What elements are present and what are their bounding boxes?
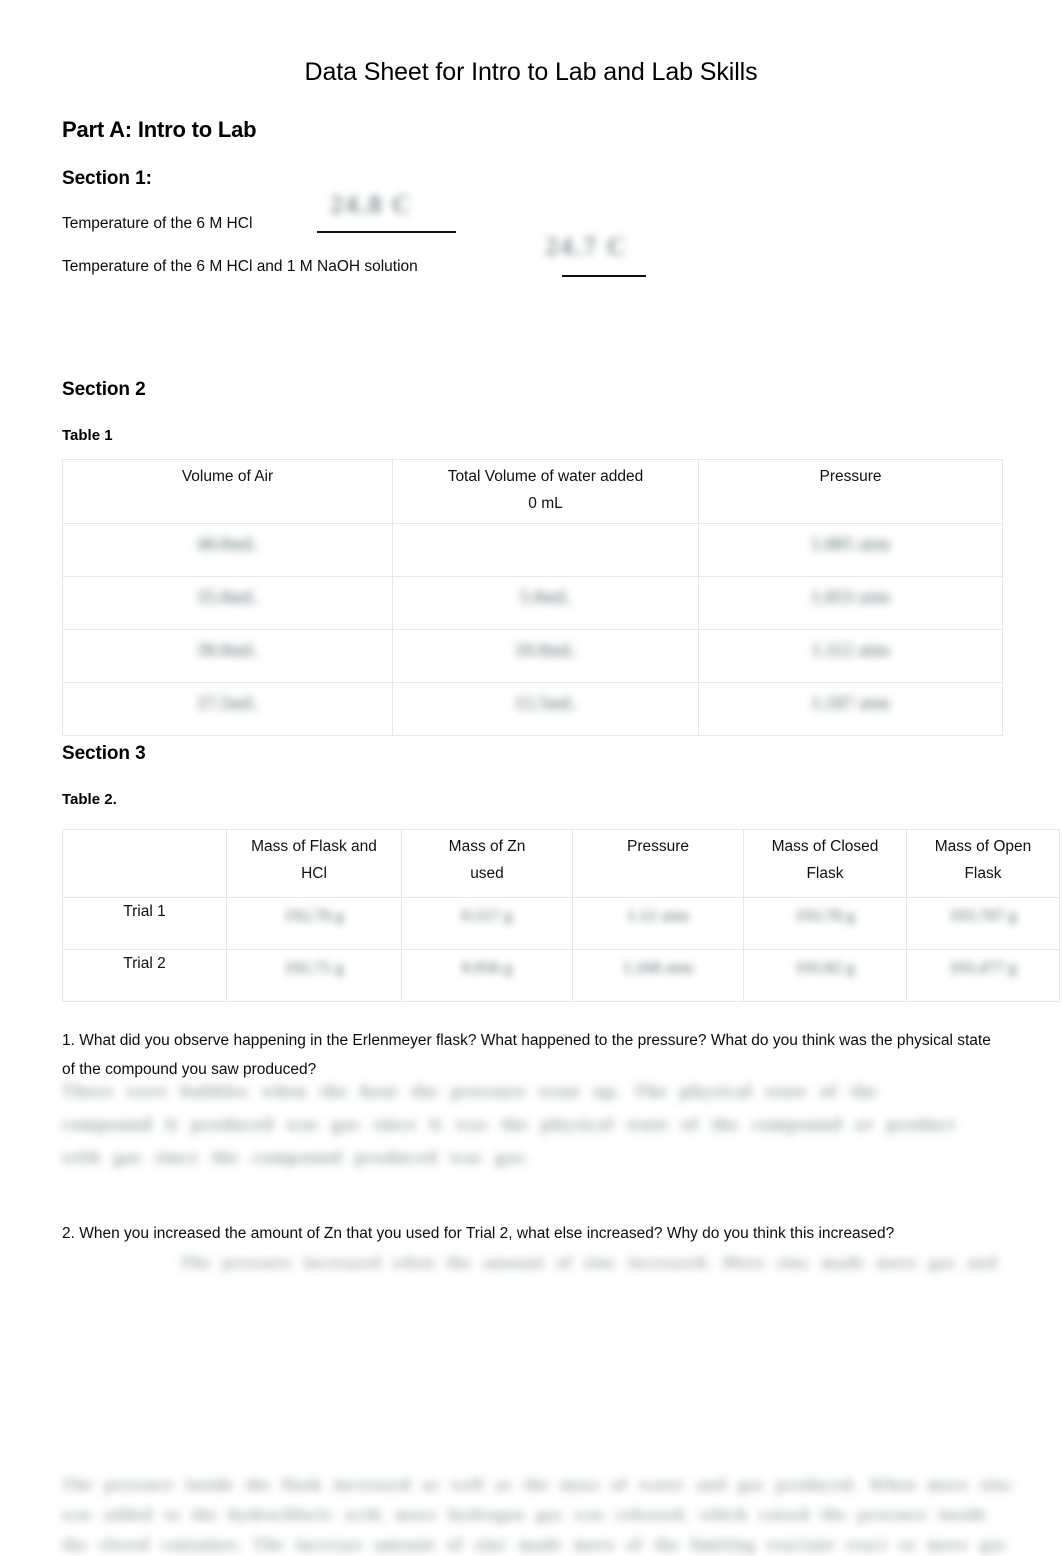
question-1-text: 1. What did you observe happening in the… [62,1032,991,1078]
handwritten-value: 1.112 atm [811,640,890,661]
part-a-heading: Part A: Intro to Lab [62,117,257,142]
table-row: Trial 1 192.70 g 0.517 g 1.12 atm 193.78… [62,897,1060,950]
handwritten-value: 193.82 g [795,958,855,977]
table2-cell-pressure: 1.12 atm [572,897,744,950]
table1-cell-water-added: 10.0mL [392,629,699,683]
temperature-hcl-naoh-label: Temperature of the 6 M HCl and 1 M NaOH … [62,258,418,275]
table2-cell-mass-zn: 0.956 g [401,949,573,1002]
table-row: 27.5mL 12.5mL 1.187 atm [62,682,1003,736]
table2-cell-mass-open-flask: 193.477 g [906,949,1060,1002]
table1-cell-pressure: 1.053 atm [698,576,1003,630]
table1-cell-pressure: 1.187 atm [698,682,1003,736]
table-2: Mass of Flask and HCl Mass of Zn used Pr… [62,829,1060,1002]
table2-cell-pressure: 1.168 atm [572,949,744,1002]
table-row: Mass of Flask and HCl Mass of Zn used Pr… [62,829,1060,898]
table2-header-mass-closed-flask-line2: Flask [806,865,844,882]
table2-header-mass-zn-used-line2: used [470,865,504,882]
table2-header-mass-flask-hcl: Mass of Flask and HCl [226,829,402,898]
handwritten-value: 5.0mL [519,587,572,608]
section-1-heading: Section 1: [62,168,152,189]
table2-header-mass-closed-flask-line1: Mass of Closed [771,838,879,855]
handwritten-value: 27.5mL [196,693,259,714]
temperature-hcl-blank [317,231,456,233]
question-2-text: 2. When you increased the amount of Zn t… [62,1225,895,1242]
table1-header-volume-of-air: Volume of Air [62,459,393,524]
temperature-hcl-label: Temperature of the 6 M HCl [62,215,253,232]
handwritten-value: 1.168 atm [622,958,694,977]
handwritten-value: 1.005 atm [810,534,891,555]
table2-header-mass-closed-flask: Mass of Closed Flask [743,829,907,898]
page-title: Data Sheet for Intro to Lab and Lab Skil… [304,58,758,86]
table2-header-mass-zn-used-line1: Mass of Zn [448,838,526,855]
table2-cell-mass-flask-hcl: 192.70 g [226,897,402,950]
handwritten-value: 192.71 g [284,958,344,977]
table2-header-pressure: Pressure [572,829,744,898]
table2-header-mass-flask-hcl-line1: Mass of Flask and [251,838,377,855]
handwritten-value: 30.0mL [196,640,259,661]
table-row: Volume of Air Total Volume of water adde… [62,459,1003,524]
table1-cell-volume-of-air: 40.0mL [62,523,393,577]
table-2-label: Table 2. [62,791,117,808]
handwritten-value: 1.053 atm [810,587,891,608]
temperature-hcl-naoh-blank [562,275,646,277]
handwritten-value: 12.5mL [514,693,577,714]
temperature-hcl-naoh-handwritten-value: 24.7 C [545,232,628,261]
table2-header-pressure-line1: Pressure [626,838,690,855]
table1-cell-pressure: 1.112 atm [698,629,1003,683]
table1-cell-volume-of-air: 30.0mL [62,629,393,683]
handwritten-value: 192.70 g [284,906,344,925]
handwritten-value: 193.707 g [949,906,1017,925]
handwritten-value: 0.956 g [461,958,513,977]
table1-cell-volume-of-air: 35.0mL [62,576,393,630]
table2-header-mass-open-flask-line2: Flask [964,865,1002,882]
table1-header-water-added-line2: 0 mL [528,495,563,512]
table1-cell-water-added [392,523,699,577]
table-1: Volume of Air Total Volume of water adde… [62,459,1003,736]
table1-cell-pressure: 1.005 atm [698,523,1003,577]
handwritten-value: 0.517 g [461,906,513,925]
handwritten-value: 35.0mL [196,587,259,608]
table1-cell-water-added: 12.5mL [392,682,699,736]
handwritten-value: 10.0mL [514,640,577,661]
table2-cell-mass-open-flask: 193.707 g [906,897,1060,950]
table-1-label: Table 1 [62,427,113,444]
handwritten-value: 1.187 atm [810,693,891,714]
table2-cell-mass-closed-flask: 193.78 g [743,897,907,950]
table2-row-label-trial-2: Trial 2 [62,949,227,1002]
table2-header-mass-open-flask-line1: Mass of Open [934,838,1032,855]
table2-cell-mass-flask-hcl: 192.71 g [226,949,402,1002]
temperature-hcl-handwritten-value: 24.8 C [330,190,413,219]
footer-handwritten-answer: The pressure inside the flask increased … [62,1475,1014,1554]
handwritten-value: 40.0mL [196,534,259,555]
table1-cell-volume-of-air: 27.5mL [62,682,393,736]
table2-header-blank [62,829,227,898]
table1-header-water-added: Total Volume of water added 0 mL [392,459,699,524]
table-row: 35.0mL 5.0mL 1.053 atm [62,576,1003,630]
table2-header-mass-open-flask: Mass of Open Flask [906,829,1060,898]
table2-header-mass-zn-used: Mass of Zn used [401,829,573,898]
table1-header-water-added-line1: Total Volume of water added [447,468,644,485]
document-page: Data Sheet for Intro to Lab and Lab Skil… [0,0,1062,1556]
table2-row-label-trial-1: Trial 1 [62,897,227,950]
table-row: Trial 2 192.71 g 0.956 g 1.168 atm 193.8… [62,949,1060,1002]
table-row: 30.0mL 10.0mL 1.112 atm [62,629,1003,683]
table2-cell-mass-zn: 0.517 g [401,897,573,950]
table-row: 40.0mL 1.005 atm [62,523,1003,577]
handwritten-value: 1.12 atm [626,906,690,925]
handwritten-value: 193.78 g [795,906,855,925]
table2-cell-mass-closed-flask: 193.82 g [743,949,907,1002]
table2-header-mass-flask-hcl-line2: HCl [301,865,327,882]
question-1-handwritten-answer: There were bubbles when the heat the pre… [62,1081,956,1167]
table1-cell-water-added: 5.0mL [392,576,699,630]
question-2-handwritten-answer: The pressure increased when the amount o… [180,1253,998,1272]
section-2-heading: Section 2 [62,379,146,400]
table1-header-pressure: Pressure [698,459,1003,524]
handwritten-value: 193.477 g [949,958,1017,977]
section-3-heading: Section 3 [62,743,146,764]
